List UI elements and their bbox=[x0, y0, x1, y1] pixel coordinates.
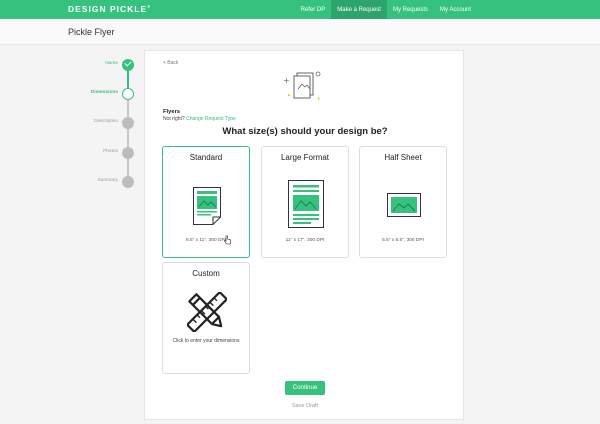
change-request-type-link[interactable]: Change Request Type bbox=[186, 116, 236, 122]
step-photos[interactable]: Photos bbox=[60, 145, 140, 159]
step-pending-icon bbox=[122, 176, 134, 188]
request-type-title: Flyers bbox=[163, 109, 181, 115]
size-option-custom[interactable]: Custom Click to enter your dimensions bbox=[162, 262, 250, 374]
hand-cursor-icon bbox=[224, 235, 231, 245]
step-pending-icon bbox=[122, 117, 134, 129]
back-link[interactable]: < Back bbox=[163, 60, 178, 66]
size-option-name: Custom bbox=[192, 269, 220, 278]
size-option-name: Large Format bbox=[280, 153, 330, 162]
size-option-half-sheet[interactable]: Half Sheet 5.5" x 8.5", 300 DPI bbox=[359, 146, 447, 258]
continue-button[interactable]: Continue bbox=[285, 381, 325, 395]
step-complete-icon bbox=[122, 59, 134, 71]
step-name[interactable]: Name bbox=[60, 57, 140, 71]
main-nav: Refer DP Make a Request My Requests My A… bbox=[295, 0, 477, 19]
svg-text:+: + bbox=[316, 96, 321, 103]
size-option-name: Half Sheet bbox=[384, 153, 422, 162]
flyer-document-icon: + + bbox=[283, 71, 321, 103]
size-option-large-format[interactable]: Large Format 11" x 17", 300 DPI bbox=[261, 146, 349, 258]
step-label: Description bbox=[94, 119, 118, 124]
progress-stepper: Name Dimensions Description Photos Summa… bbox=[60, 55, 140, 195]
size-option-spec: 8.5" x 11", 300 DPI bbox=[185, 238, 227, 243]
size-option-spec: 11" x 17", 300 DPI bbox=[285, 238, 325, 243]
size-option-name: Standard bbox=[189, 153, 223, 162]
step-label: Photos bbox=[103, 149, 118, 154]
save-draft-link[interactable]: Save Draft bbox=[145, 403, 465, 409]
svg-text:+: + bbox=[283, 76, 290, 85]
nav-my-account[interactable]: My Account bbox=[434, 0, 477, 19]
not-right-label: Not right? bbox=[163, 116, 187, 122]
ruler-pencil-icon bbox=[187, 292, 227, 332]
step-current-icon bbox=[122, 88, 134, 100]
step-dimensions[interactable]: Dimensions bbox=[60, 86, 140, 100]
nav-make-request[interactable]: Make a Request bbox=[331, 0, 387, 19]
step-summary[interactable]: Summary bbox=[60, 174, 140, 188]
flyer-landscape-icon bbox=[387, 193, 421, 217]
top-nav-bar: DESIGN PICKLE® Refer DP Make a Request M… bbox=[0, 0, 600, 19]
not-right-text: Not right? Change Request Type bbox=[163, 116, 236, 122]
step-label: Summary bbox=[97, 178, 118, 183]
custom-dimensions-hint: Click to enter your dimensions bbox=[172, 338, 240, 344]
step-pending-icon bbox=[122, 147, 134, 159]
flyer-portrait-icon bbox=[193, 187, 221, 225]
step-label: Name bbox=[105, 61, 118, 66]
page-header: Pickle Flyer bbox=[0, 19, 600, 45]
flyer-large-icon bbox=[288, 180, 324, 228]
brand-logo[interactable]: DESIGN PICKLE® bbox=[68, 4, 151, 14]
step-label: Dimensions bbox=[90, 90, 118, 95]
request-form-card: < Back + + Flyers Not right? Change Requ… bbox=[144, 50, 464, 420]
size-option-standard[interactable]: Standard 8.5" x 11", 300 DPI bbox=[162, 146, 250, 258]
page-title: Pickle Flyer bbox=[68, 27, 115, 37]
size-question-heading: What size(s) should your design be? bbox=[222, 126, 388, 137]
step-description[interactable]: Description bbox=[60, 115, 140, 129]
size-option-spec: 5.5" x 8.5", 300 DPI bbox=[382, 238, 424, 243]
nav-refer-dp[interactable]: Refer DP bbox=[295, 0, 332, 19]
nav-my-requests[interactable]: My Requests bbox=[387, 0, 434, 19]
